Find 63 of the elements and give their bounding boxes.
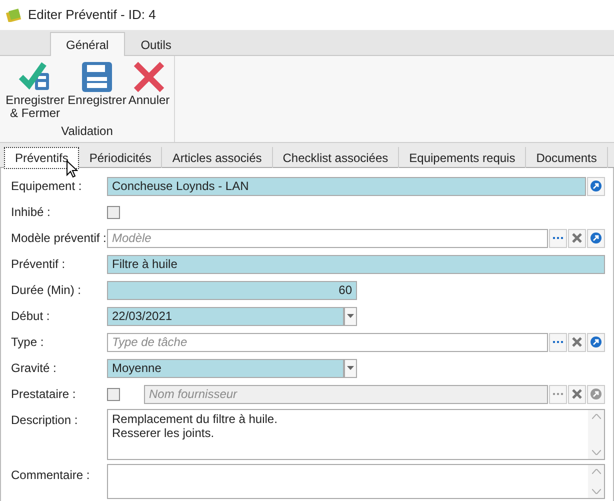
- input-field[interactable]: Concheuse Loynds - LAN: [107, 176, 586, 196]
- clear-button[interactable]: [568, 384, 586, 404]
- clear-button[interactable]: [568, 228, 586, 248]
- text-area[interactable]: [107, 464, 605, 499]
- field-label: Préventif :: [10, 257, 66, 271]
- close-icon: [572, 337, 582, 347]
- ribbon-button[interactable]: Enregistrer & Fermer: [4, 60, 66, 120]
- browse-button[interactable]: [549, 228, 567, 248]
- caret-icon: [347, 366, 354, 370]
- dots-icon: [553, 236, 563, 240]
- field-label: Durée (Min) :: [10, 283, 82, 297]
- clear-button[interactable]: [568, 332, 586, 352]
- input-field[interactable]: 60: [107, 280, 357, 300]
- field-label: Type :: [10, 335, 45, 349]
- scroll-up-icon: [592, 414, 600, 419]
- arrow-circle-icon: [590, 388, 602, 400]
- field-label: Gravité :: [10, 361, 58, 375]
- dropdown-button[interactable]: [344, 358, 357, 378]
- browse-button[interactable]: [549, 384, 567, 404]
- scroll-down-icon: [592, 489, 600, 494]
- form-tab[interactable]: Périodicités: [79, 147, 162, 168]
- open-button[interactable]: [587, 332, 605, 352]
- ribbon-button[interactable]: Enregistrer: [68, 60, 126, 108]
- field-label: Inhibé :: [10, 205, 52, 219]
- open-button[interactable]: [587, 228, 605, 248]
- open-button[interactable]: [587, 176, 605, 196]
- caret-icon: [347, 314, 354, 318]
- field-label: Commentaire :: [10, 467, 91, 482]
- close-icon: [132, 60, 166, 94]
- dots-icon: [553, 340, 563, 344]
- ribbon-tab[interactable]: Général: [50, 32, 125, 56]
- arrow-circle-icon: [590, 336, 602, 348]
- field-label: Prestataire :: [10, 387, 77, 401]
- dropdown-field[interactable]: Moyenne: [107, 358, 344, 378]
- field-label: Modèle préventif :: [10, 231, 107, 245]
- form-tab[interactable]: Checklist associées: [272, 147, 400, 168]
- ribbon-button[interactable]: Annuler: [128, 60, 170, 108]
- scroll-up-icon: [592, 469, 600, 474]
- close-icon: [572, 233, 582, 243]
- arrow-circle-icon: [590, 180, 602, 192]
- mouse-cursor-icon: [66, 160, 78, 178]
- field-label: Equipement :: [10, 179, 83, 193]
- group-label: Validation: [61, 124, 113, 138]
- form-tab[interactable]: Equipements requis: [399, 147, 526, 168]
- ribbon-tab[interactable]: Outils: [124, 32, 188, 56]
- open-button[interactable]: [587, 384, 605, 404]
- window-title: Editer Préventif - ID: 4: [28, 7, 156, 22]
- dots-icon: [553, 392, 563, 396]
- text-area[interactable]: Remplacement du filtre à huile. Resserer les joints.: [107, 409, 605, 460]
- dropdown-field[interactable]: 22/03/2021: [107, 306, 344, 326]
- scroll-down-icon: [592, 450, 600, 455]
- browse-button[interactable]: [549, 332, 567, 352]
- form-tab[interactable]: Préventifs: [4, 147, 80, 169]
- dropdown-button[interactable]: [344, 306, 357, 326]
- field-label: Description :: [10, 412, 79, 427]
- field-label: Début :: [10, 309, 51, 323]
- close-icon: [572, 389, 582, 399]
- input-field[interactable]: Filtre à huile: [107, 254, 605, 274]
- arrow-circle-icon: [590, 232, 602, 244]
- form-tab[interactable]: Articles associés: [162, 147, 273, 168]
- form-tab[interactable]: Documents: [526, 147, 608, 168]
- app-icon: [6, 8, 22, 22]
- checkbox[interactable]: [107, 206, 120, 218]
